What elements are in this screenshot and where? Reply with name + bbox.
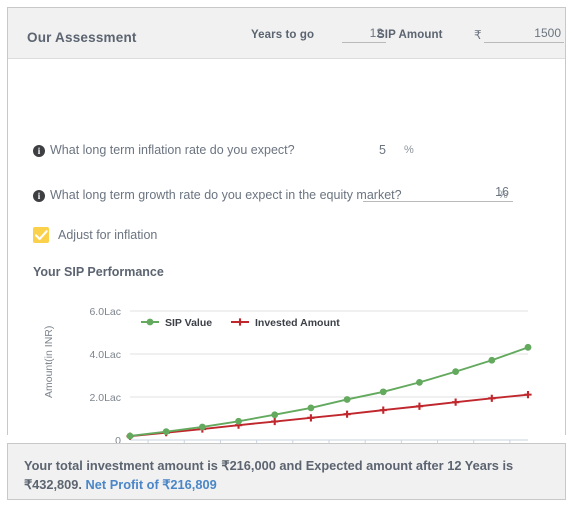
data-point (343, 410, 351, 418)
info-icon[interactable]: i (33, 145, 45, 157)
sip-calculator-panel: Our Assessment Years to go SIP Amount ₹ … (0, 0, 573, 512)
summary-footer: Your total investment amount is ₹216,000… (7, 443, 566, 500)
legend-marker (146, 318, 154, 326)
series-sip-value (126, 343, 532, 440)
card-body: i What long term inflation rate do you e… (8, 59, 565, 474)
legend-marker (236, 318, 244, 326)
info-icon[interactable]: i (33, 190, 45, 202)
data-point (307, 404, 315, 412)
chart-section-title: Your SIP Performance (33, 265, 164, 279)
series-line (129, 346, 529, 437)
inflation-rate-question: What long term inflation rate do you exp… (50, 143, 295, 157)
series-invested-amount (126, 391, 532, 440)
data-point (415, 402, 424, 410)
y-axis-title: Amount(in INR) (43, 326, 55, 398)
card-header: Our Assessment Years to go SIP Amount ₹ (8, 8, 565, 59)
years-to-go-label: Years to go (251, 29, 315, 41)
adjust-for-inflation-checkbox[interactable] (33, 227, 49, 243)
chart-legend: SIP Value Invested Amount (141, 317, 340, 329)
growth-percent-unit: % (498, 189, 508, 201)
y-axis-tick-label: 2.0Lac (89, 392, 121, 404)
legend-label: Invested Amount (255, 317, 340, 329)
data-point (452, 398, 460, 406)
inflation-percent-unit: % (404, 144, 414, 156)
check-icon (35, 230, 48, 241)
adjust-for-inflation-label: Adjust for inflation (58, 228, 158, 242)
legend-label: SIP Value (165, 317, 212, 329)
net-profit-text: Net Profit of ₹216,809 (85, 477, 217, 492)
sip-amount-label: SIP Amount (377, 29, 443, 41)
rupee-symbol-icon: ₹ (474, 28, 482, 42)
page-title: Our Assessment (27, 30, 137, 45)
growth-rate-input[interactable] (363, 185, 513, 202)
data-point (488, 356, 496, 364)
data-point (379, 406, 387, 414)
sip-amount-input[interactable] (484, 26, 564, 43)
series-line (129, 393, 529, 438)
data-point (379, 388, 387, 396)
data-point (198, 423, 206, 431)
growth-rate-question: What long term growth rate do you expect… (50, 188, 402, 202)
data-point (271, 411, 279, 419)
data-point (162, 428, 170, 436)
assessment-card: Our Assessment Years to go SIP Amount ₹ … (7, 7, 566, 474)
y-axis-tick-label: 6.0Lac (89, 306, 121, 318)
data-point (235, 417, 242, 425)
data-point (452, 368, 460, 376)
summary-text: Your total investment amount is ₹216,000… (24, 456, 549, 494)
data-point (343, 396, 351, 403)
data-point (307, 414, 315, 422)
inflation-rate-value[interactable]: 5 (346, 143, 386, 157)
data-point (524, 343, 532, 351)
data-point (271, 417, 279, 426)
data-point (488, 394, 496, 402)
data-point (126, 432, 134, 440)
y-axis-tick-label: 4.0Lac (89, 349, 121, 361)
data-point (416, 378, 423, 386)
